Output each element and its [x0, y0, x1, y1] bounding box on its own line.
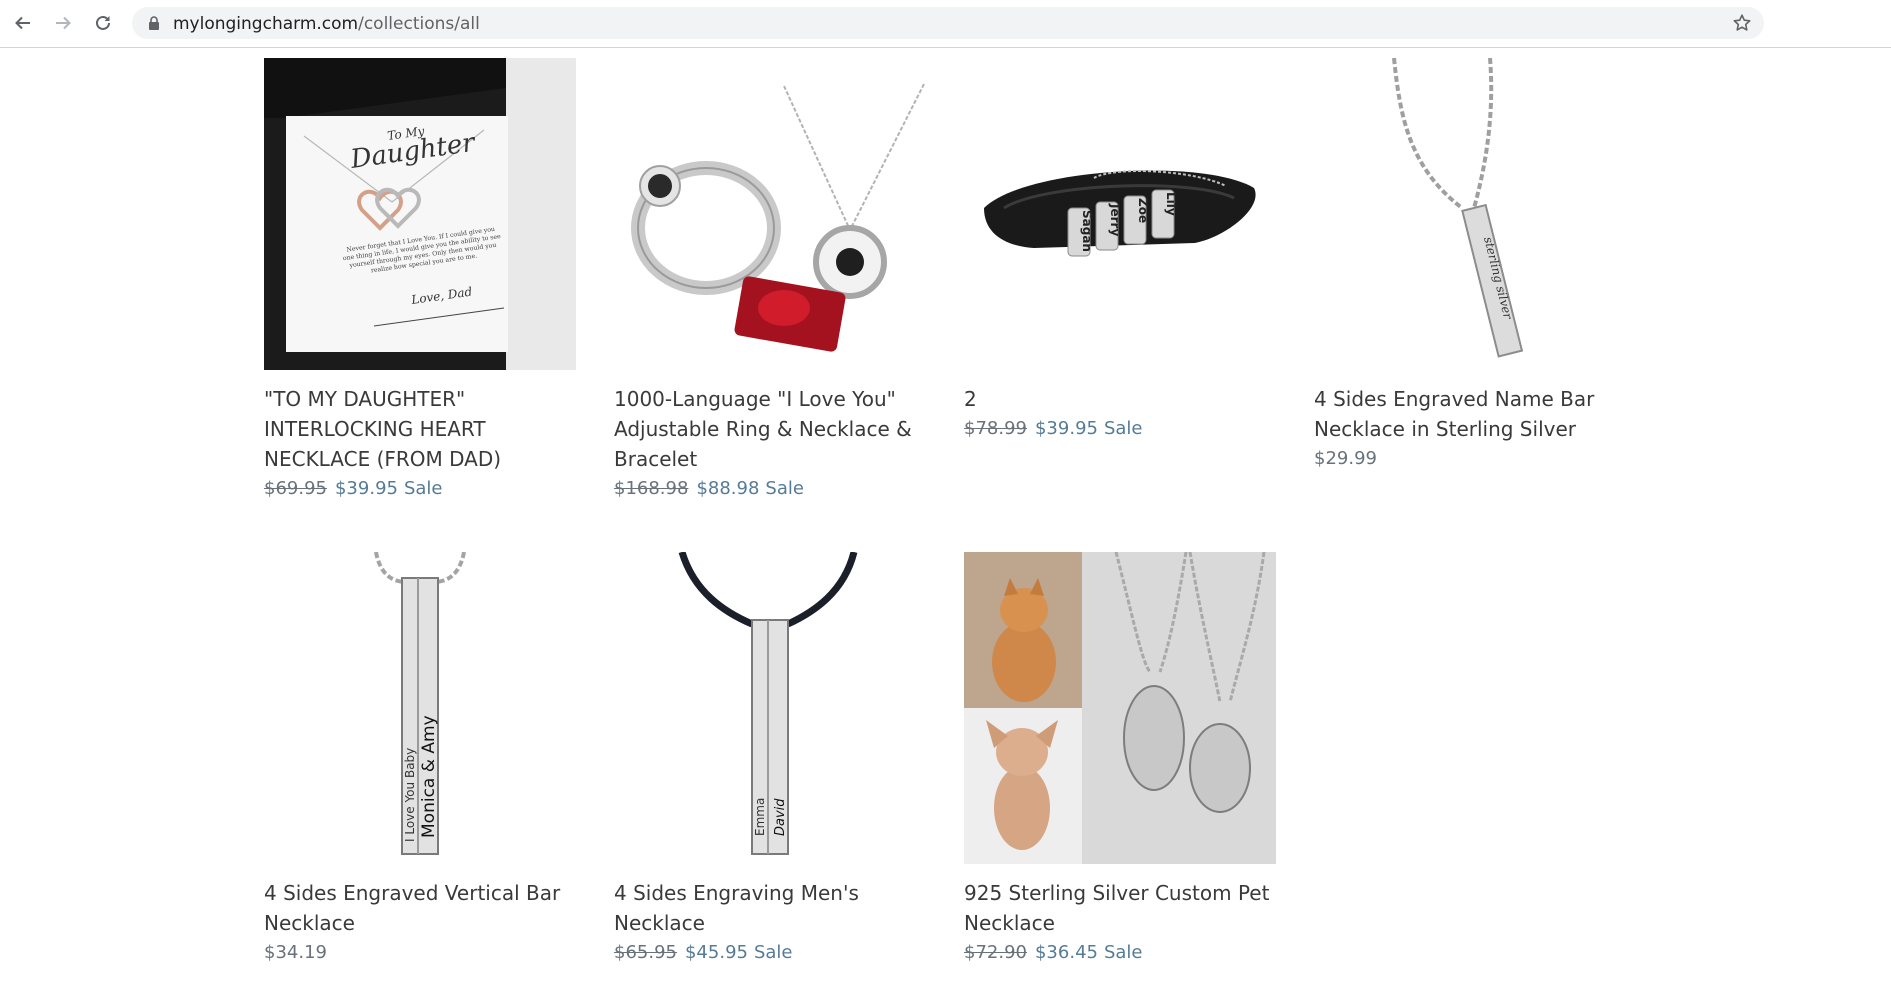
url-domain: mylongingcharm.com	[173, 14, 359, 34]
lock-icon[interactable]	[148, 16, 160, 35]
sale-label: Sale	[765, 478, 804, 499]
bead-name-2: Jerry	[1108, 203, 1122, 236]
forward-arrow-icon[interactable]	[48, 8, 78, 38]
bead-name-3: Zoe	[1136, 198, 1150, 223]
product-title[interactable]: "TO MY DAUGHTER" INTERLOCKING HEART NECK…	[264, 384, 594, 474]
product-title[interactable]: 4 Sides Engraved Vertical Bar Necklace	[264, 878, 594, 938]
product-price: $168.98 $88.98 Sale	[614, 474, 944, 504]
sale-price: $39.95	[334, 478, 398, 499]
product-price: $72.90 $36.45 Sale	[964, 938, 1294, 968]
compare-at-price: $72.90	[964, 942, 1027, 963]
sale-price: $88.98	[696, 478, 760, 499]
reload-icon[interactable]	[88, 8, 118, 38]
product-title[interactable]: 2	[964, 384, 1294, 414]
sale-label: Sale	[753, 942, 793, 963]
product-image-daughter-necklace[interactable]: To My Daughter Never forget that I Love …	[264, 58, 576, 370]
product-image-name-bar[interactable]: sterling silver	[1314, 58, 1626, 370]
url-text[interactable]: mylongingcharm.com/collections/all	[173, 14, 480, 34]
sale-price: $39.95	[1034, 418, 1098, 439]
product-price: $65.95 $45.95 Sale	[614, 938, 944, 968]
bar-engraving-right: David	[773, 798, 788, 836]
product-title[interactable]: 4 Sides Engraving Men's Necklace	[614, 878, 944, 938]
product-image-vertical-bar[interactable]: I Love You Baby Monica & Amy	[264, 552, 576, 864]
product-image-pet-necklace[interactable]	[964, 552, 1276, 864]
sale-price: $36.45	[1034, 942, 1098, 963]
bead-name-4: Lily	[1164, 192, 1178, 216]
product-price: $34.19	[264, 938, 594, 968]
bar-engraving-left: Emma	[753, 798, 767, 836]
sale-label: Sale	[1103, 942, 1143, 963]
sale-label: Sale	[403, 478, 443, 499]
bookmark-star-icon[interactable]	[1732, 13, 1752, 38]
back-arrow-icon[interactable]	[8, 8, 38, 38]
regular-price: $29.99	[1314, 448, 1377, 469]
compare-at-price: $168.98	[614, 478, 689, 499]
product-price: $69.95 $39.95 Sale	[264, 474, 594, 504]
product-price: $29.99	[1314, 444, 1644, 474]
compare-at-price: $65.95	[614, 942, 677, 963]
bar-engraving-left: I Love You Baby	[403, 748, 417, 842]
product-image-bead-bracelet[interactable]: Sagan Jerry Zoe Lily	[964, 58, 1276, 370]
product-info: 4 Sides Engraved Vertical Bar Necklace $…	[264, 878, 594, 968]
product-price: $78.99 $39.95 Sale	[964, 414, 1294, 444]
product-grid: To My Daughter Never forget that I Love …	[264, 58, 1664, 987]
product-info: "TO MY DAUGHTER" INTERLOCKING HEART NECK…	[264, 384, 594, 504]
bar-engraving-right: Monica & Amy	[419, 715, 439, 838]
sale-price: $45.95	[684, 942, 748, 963]
product-info: 4 Sides Engraving Men's Necklace $65.95 $…	[614, 878, 944, 968]
product-info: 2 $78.99 $39.95 Sale	[964, 384, 1294, 444]
product-title[interactable]: 1000-Language "I Love You" Adjustable Ri…	[614, 384, 944, 474]
product-title[interactable]: 925 Sterling Silver Custom Pet Necklace	[964, 878, 1294, 938]
bead-name-1: Sagan	[1080, 210, 1094, 252]
product-info: 925 Sterling Silver Custom Pet Necklace …	[964, 878, 1294, 968]
product-image-ring-necklace-set[interactable]	[614, 58, 926, 370]
sale-label: Sale	[1103, 418, 1143, 439]
compare-at-price: $69.95	[264, 478, 327, 499]
product-title[interactable]: 4 Sides Engraved Name Bar Necklace in St…	[1314, 384, 1644, 444]
product-info: 4 Sides Engraved Name Bar Necklace in St…	[1314, 384, 1644, 474]
url-path: /collections/all	[358, 14, 480, 34]
compare-at-price: $78.99	[964, 418, 1027, 439]
browser-toolbar: mylongingcharm.com/collections/all	[0, 0, 1891, 48]
product-info: 1000-Language "I Love You" Adjustable Ri…	[614, 384, 944, 504]
product-image-mens-bar[interactable]: Emma David	[614, 552, 926, 864]
regular-price: $34.19	[264, 942, 327, 963]
address-bar[interactable]: mylongingcharm.com/collections/all	[132, 7, 1764, 39]
